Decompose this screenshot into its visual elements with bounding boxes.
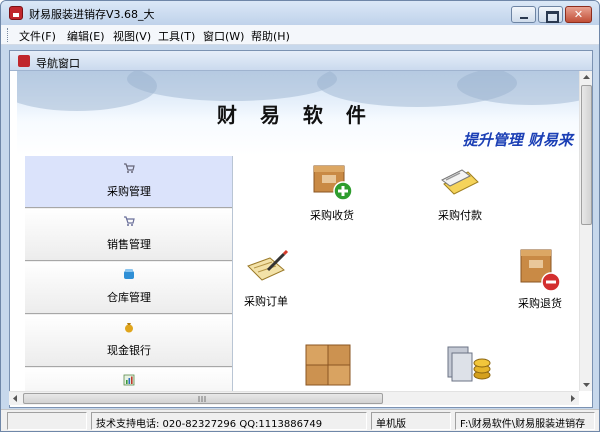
cloud-decoration bbox=[127, 71, 337, 101]
action-purchase-return[interactable]: 采购退货 bbox=[516, 246, 578, 310]
panel-title: 导航窗口 bbox=[36, 57, 80, 70]
action-label: 采购收货 bbox=[310, 209, 354, 222]
nav-label: 销售管理 bbox=[107, 238, 151, 251]
menu-window[interactable]: 窗口(W) bbox=[203, 28, 244, 44]
action-label: 采购付款 bbox=[438, 209, 482, 222]
nav-item-purchase[interactable]: 采购管理 bbox=[25, 156, 232, 208]
menu-bar: 文件(F) 编辑(E) 视图(V) 工具(T) 窗口(W) 帮助(H) bbox=[1, 25, 599, 45]
menubar-grip[interactable] bbox=[7, 28, 10, 42]
money-bag-icon bbox=[125, 323, 133, 333]
return-box-icon bbox=[520, 249, 561, 292]
menu-tools[interactable]: 工具(T) bbox=[158, 28, 195, 44]
panel-title-bar[interactable]: 导航窗口 bbox=[10, 51, 592, 71]
vertical-scroll-thumb[interactable] bbox=[581, 85, 592, 225]
app-logo-icon bbox=[9, 6, 23, 20]
scroll-right-icon[interactable] bbox=[566, 392, 579, 405]
boxes-icon bbox=[305, 344, 351, 386]
horizontal-scrollbar[interactable] bbox=[9, 391, 579, 405]
cart-icon bbox=[124, 163, 135, 173]
status-bar: 技术支持电话: 020-82327296 QQ:1113886749 单机版 F… bbox=[1, 409, 599, 431]
minimize-button[interactable] bbox=[511, 6, 536, 23]
action-purchase-payment[interactable]: 采购付款 bbox=[432, 158, 492, 222]
window-title: 财易服装进销存V3.68_大 bbox=[29, 8, 155, 21]
horizontal-scroll-thumb[interactable] bbox=[23, 393, 383, 404]
action-purchase-order[interactable]: 采购订单 bbox=[244, 248, 304, 312]
cash-coins-icon bbox=[447, 346, 491, 382]
close-button[interactable]: ✕ bbox=[565, 6, 592, 23]
vertical-scrollbar[interactable] bbox=[579, 71, 592, 391]
nav-label: 现金银行 bbox=[107, 344, 151, 357]
maximize-button[interactable] bbox=[538, 6, 563, 23]
scroll-down-icon[interactable] bbox=[580, 378, 593, 391]
panel-logo-icon bbox=[18, 55, 30, 67]
menu-view[interactable]: 视图(V) bbox=[113, 28, 151, 44]
scroll-left-icon[interactable] bbox=[9, 392, 22, 405]
main-window: 财易服装进销存V3.68_大 ✕ 文件(F) 编辑(E) 视图(V) 工具(T)… bbox=[0, 0, 600, 432]
action-label: 采购订单 bbox=[244, 295, 288, 308]
status-support: 技术支持电话: 020-82327296 QQ:1113886749 bbox=[91, 412, 367, 430]
close-icon: ✕ bbox=[573, 8, 584, 21]
scroll-grip-icon bbox=[198, 396, 206, 402]
module-actions: 采购收货 采购付款 采购订单 采购退货 bbox=[234, 156, 579, 391]
nav-item-warehouse[interactable]: 仓库管理 bbox=[25, 262, 232, 314]
action-purchase-receive[interactable]: 采购收货 bbox=[304, 158, 364, 222]
menu-file[interactable]: 文件(F) bbox=[19, 28, 56, 44]
nav-item-cash-bank[interactable]: 现金银行 bbox=[25, 315, 232, 367]
status-path: F:\财易软件\财易服装进销存 bbox=[455, 412, 595, 430]
nav-label: 采购管理 bbox=[107, 185, 151, 198]
action-boxes[interactable] bbox=[304, 341, 364, 391]
menu-edit[interactable]: 编辑(E) bbox=[67, 28, 105, 44]
action-label: 采购退货 bbox=[518, 297, 562, 310]
module-nav: 采购管理 销售管理 仓库管理 现金银行 bbox=[25, 156, 233, 391]
nav-item-sales[interactable]: 销售管理 bbox=[25, 209, 232, 261]
status-cell-empty bbox=[7, 412, 87, 430]
warehouse-icon bbox=[124, 269, 134, 279]
cart-icon bbox=[124, 216, 135, 226]
title-bar[interactable]: 财易服装进销存V3.68_大 ✕ bbox=[1, 1, 599, 25]
action-cash[interactable] bbox=[444, 341, 504, 391]
status-edition: 单机版 bbox=[371, 412, 451, 430]
chart-icon bbox=[123, 374, 135, 386]
brand-name: 财 易 软 件 bbox=[217, 103, 374, 127]
order-pen-icon bbox=[247, 249, 289, 281]
payment-icon bbox=[441, 169, 479, 195]
menu-help[interactable]: 帮助(H) bbox=[251, 28, 290, 44]
brand-slogan: 提升管理 财易来 bbox=[462, 131, 573, 149]
receive-box-icon bbox=[313, 165, 353, 201]
nav-item-reports[interactable] bbox=[25, 368, 232, 391]
brand-banner: 财 易 软 件 提升管理 财易来 bbox=[17, 71, 579, 155]
scroll-up-icon[interactable] bbox=[580, 71, 593, 84]
nav-label: 仓库管理 bbox=[107, 291, 151, 304]
